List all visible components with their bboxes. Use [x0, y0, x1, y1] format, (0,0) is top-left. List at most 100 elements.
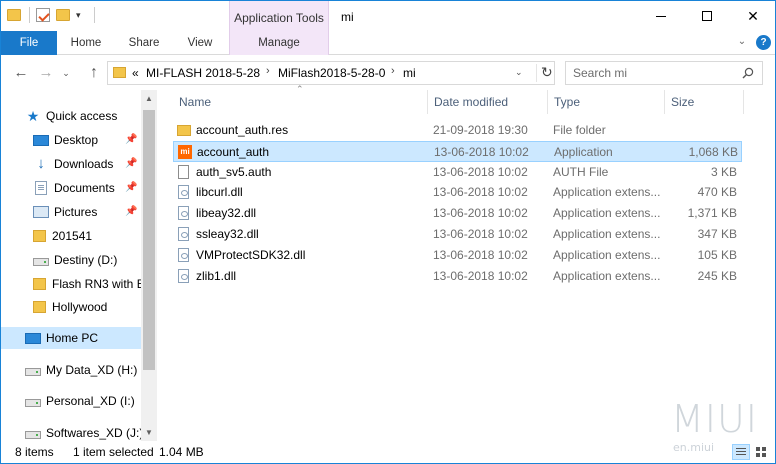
close-icon: ✕: [747, 7, 759, 24]
nav-item-label: Home PC: [46, 331, 99, 345]
scroll-up-icon[interactable]: ▲: [141, 90, 157, 107]
nav-item-label: My Data_XD (H:): [46, 363, 138, 377]
dll-icon: [178, 227, 189, 241]
properties-icon[interactable]: [36, 8, 50, 22]
breadcrumb-overflow[interactable]: «: [132, 66, 139, 80]
tab-manage[interactable]: Manage: [229, 31, 329, 55]
forward-arrow-icon[interactable]: →: [36, 63, 56, 83]
file-name: account_auth: [197, 145, 270, 159]
file-name: zlib1.dll: [196, 269, 237, 283]
column-divider[interactable]: [743, 90, 744, 114]
nav-item-label: Softwares_XD (J:): [46, 426, 141, 440]
folder-icon: [113, 67, 126, 78]
recent-locations-icon[interactable]: ⌄: [59, 63, 73, 83]
pin-icon[interactable]: 📌: [125, 206, 137, 217]
tab-file[interactable]: File: [1, 31, 57, 55]
star-icon: ★: [26, 108, 40, 124]
table-row[interactable]: libcurl.dll 13-06-2018 10:02 Application…: [173, 182, 742, 203]
nav-item-label: Destiny (D:): [54, 253, 118, 267]
breadcrumb-item[interactable]: mi: [403, 66, 416, 80]
file-date: 13-06-2018 10:02: [433, 165, 528, 179]
table-row[interactable]: zlib1.dll 13-06-2018 10:02 Application e…: [173, 266, 742, 287]
table-row-selected[interactable]: mi account_auth 13-06-2018 10:02 Applica…: [173, 141, 742, 162]
tab-share[interactable]: Share: [121, 31, 167, 55]
pin-icon[interactable]: 📌: [125, 134, 137, 145]
minimize-button[interactable]: [638, 1, 684, 31]
details-view-icon: [736, 448, 746, 449]
help-icon[interactable]: ?: [756, 35, 771, 50]
file-size: 1,371 KB: [687, 206, 737, 220]
breadcrumb-item[interactable]: MiFlash2018-5-28-0: [278, 66, 385, 80]
nav-item-my-data-drive[interactable]: My Data_XD (H:): [25, 359, 141, 381]
chevron-down-icon[interactable]: ⌄: [515, 67, 523, 78]
back-arrow-icon[interactable]: ←: [11, 63, 31, 83]
folder-icon: [177, 125, 191, 136]
quick-access-toolbar: ▾: [7, 7, 95, 23]
table-row[interactable]: ssleay32.dll 13-06-2018 10:02 Applicatio…: [173, 224, 742, 245]
dll-icon: [178, 248, 189, 262]
customize-toolbar-icon[interactable]: ▾: [76, 10, 86, 20]
column-header-date[interactable]: Date modified: [428, 90, 547, 114]
nav-item-label: Downloads: [54, 157, 114, 171]
folder-icon[interactable]: [7, 9, 21, 21]
chevron-right-icon[interactable]: ›: [391, 65, 395, 77]
dll-icon: [178, 269, 189, 283]
nav-item-hollywood[interactable]: Hollywood: [31, 296, 141, 318]
documents-icon: [35, 181, 47, 195]
maximize-button[interactable]: [684, 1, 730, 31]
nav-item-label: Personal_XD (I:): [46, 394, 135, 408]
folder-icon: [33, 230, 46, 242]
nav-item-label: Quick access: [46, 109, 118, 123]
details-view-button[interactable]: [732, 444, 750, 460]
title-bar: ▾ Application Tools mi ✕: [1, 1, 775, 31]
table-row[interactable]: account_auth.res 21-09-2018 19:30 File f…: [173, 120, 742, 141]
pictures-icon: [33, 206, 49, 218]
drive-icon: [25, 367, 41, 376]
scroll-down-icon[interactable]: ▼: [141, 424, 157, 441]
file-size: 105 KB: [697, 248, 737, 262]
refresh-icon[interactable]: ↻: [536, 64, 553, 82]
file-date: 13-06-2018 10:02: [433, 185, 528, 199]
large-icons-view-button[interactable]: [753, 444, 771, 460]
nav-item-201541[interactable]: 201541: [31, 225, 141, 247]
pin-icon[interactable]: 📌: [125, 158, 137, 169]
file-name: libcurl.dll: [196, 185, 243, 199]
nav-item-destiny-drive[interactable]: Destiny (D:): [33, 249, 141, 271]
table-row[interactable]: auth_sv5.auth 13-06-2018 10:02 AUTH File…: [173, 162, 742, 183]
table-row[interactable]: VMProtectSDK32.dll 13-06-2018 10:02 Appl…: [173, 245, 742, 266]
file-size: 470 KB: [697, 185, 737, 199]
nav-item-flash-rn3[interactable]: Flash RN3 with E: [31, 273, 141, 295]
toolbar-divider: [94, 7, 95, 23]
search-input[interactable]: Search mi: [573, 66, 627, 80]
file-list: Name ⌃ Date modified Type Size account_a…: [157, 84, 775, 441]
chevron-right-icon[interactable]: ›: [266, 65, 270, 77]
nav-item-label: Hollywood: [52, 300, 108, 314]
address-bar[interactable]: « MI-FLASH 2018-5-28 › MiFlash2018-5-28-…: [107, 61, 555, 85]
breadcrumb-item[interactable]: MI-FLASH 2018-5-28: [146, 66, 260, 80]
new-folder-icon[interactable]: [56, 9, 70, 21]
column-header-size[interactable]: Size: [665, 90, 743, 114]
nav-item-label: Desktop: [54, 133, 99, 147]
navigation-scrollbar[interactable]: ▲ ▼: [141, 90, 157, 441]
selection-count: 1 item selected: [73, 445, 154, 459]
close-button[interactable]: ✕: [730, 1, 776, 31]
file-icon: [178, 165, 189, 179]
column-header-type[interactable]: Type: [548, 90, 664, 114]
drive-icon: [33, 257, 49, 266]
scrollbar-thumb[interactable]: [143, 110, 155, 370]
search-box[interactable]: Search mi: [565, 61, 763, 85]
table-row[interactable]: libeay32.dll 13-06-2018 10:02 Applicatio…: [173, 203, 742, 224]
file-size: 3 KB: [710, 165, 737, 179]
nav-item-softwares-drive[interactable]: Softwares_XD (J:): [25, 422, 141, 441]
pin-icon[interactable]: 📌: [125, 182, 137, 193]
nav-item-quick-access[interactable]: ★ Quick access: [25, 105, 157, 127]
file-size: 347 KB: [697, 227, 737, 241]
nav-item-home-pc[interactable]: Home PC: [1, 327, 141, 349]
window-title: mi: [341, 10, 354, 24]
tab-home[interactable]: Home: [63, 31, 109, 55]
expand-ribbon-icon[interactable]: ⌄: [735, 35, 749, 49]
tab-view[interactable]: View: [177, 31, 223, 55]
nav-item-personal-drive[interactable]: Personal_XD (I:): [25, 390, 141, 412]
ribbon-tabs: File Home Share View Manage ⌄ ?: [1, 31, 775, 55]
up-arrow-icon[interactable]: ↑: [84, 63, 104, 83]
